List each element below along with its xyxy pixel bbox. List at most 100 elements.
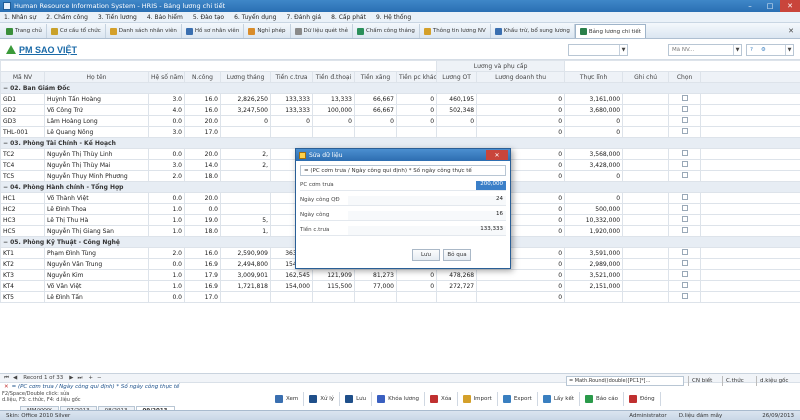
select-cell[interactable] (668, 126, 702, 138)
tab-10[interactable]: Bảng lương chi tiết (574, 24, 646, 38)
select-cell[interactable] (668, 291, 702, 303)
table-cell[interactable]: 0 (395, 115, 438, 127)
table-cell[interactable]: 0 (476, 104, 566, 116)
add-record-icon[interactable]: + (88, 375, 93, 381)
chevron-down-icon[interactable]: ▼ (785, 45, 793, 55)
select-checkbox[interactable] (681, 260, 688, 266)
table-cell[interactable]: 0.0 (148, 291, 185, 303)
table-cell[interactable] (622, 203, 670, 215)
chevron-down-icon[interactable]: ▼ (733, 45, 741, 55)
form-title[interactable]: PM SAO VIỆT (19, 45, 77, 55)
select-cell[interactable] (668, 93, 702, 105)
table-cell[interactable]: 2,590,909 (220, 247, 271, 259)
select-checkbox[interactable] (681, 194, 688, 200)
filter-close-icon[interactable]: ✕ (4, 384, 9, 390)
select-cell[interactable] (668, 203, 702, 215)
table-cell[interactable] (270, 291, 313, 303)
table-cell[interactable]: 16.0 (184, 104, 221, 116)
select-cell[interactable] (668, 192, 702, 204)
select-cell[interactable] (668, 214, 702, 226)
table-cell[interactable]: 1.0 (148, 203, 185, 215)
table-cell[interactable]: 1,721,818 (220, 280, 271, 292)
table-cell[interactable]: Lê Thị Thu Hà (44, 214, 149, 226)
table-cell[interactable]: 0 (476, 115, 566, 127)
menu-item-tuyen-dung[interactable]: 6. Tuyển dụng (234, 14, 276, 21)
select-checkbox[interactable] (681, 128, 688, 134)
table-cell[interactable]: 100,000 (312, 104, 355, 116)
pc-com-trua-input[interactable]: 200,000 (476, 180, 506, 190)
table-cell[interactable]: 77,000 (354, 280, 397, 292)
table-cell[interactable] (436, 291, 478, 303)
toolbar-button-10[interactable]: Đóng (624, 392, 661, 406)
table-cell[interactable]: Nguyễn Thị Thùy Linh (44, 148, 149, 160)
table-cell[interactable]: Nguyễn Thị Thùy Mai (44, 159, 149, 171)
tab-2[interactable]: Cơ cấu tổ chức (47, 24, 106, 38)
table-cell[interactable]: HC2 (0, 203, 45, 215)
table-cell[interactable]: GD3 (0, 115, 45, 127)
table-cell[interactable]: KT4 (0, 280, 45, 292)
table-cell[interactable]: 2, (220, 148, 271, 160)
table-cell[interactable] (220, 126, 271, 138)
table-cell[interactable] (622, 192, 670, 204)
table-cell[interactable]: 0.0 (184, 203, 221, 215)
table-cell[interactable]: Huỳnh Tấn Hoàng (44, 93, 149, 105)
select-cell[interactable] (668, 258, 702, 270)
table-cell[interactable]: 19.0 (184, 214, 221, 226)
table-cell[interactable]: 0 (564, 115, 624, 127)
table-cell[interactable]: 0 (476, 269, 566, 281)
table-cell[interactable]: 2.0 (148, 247, 185, 259)
menu-item-cham-cong[interactable]: 2. Chấm công (46, 14, 88, 21)
table-cell[interactable]: 2,494,800 (220, 258, 271, 270)
table-cell[interactable] (354, 291, 397, 303)
select-cell[interactable] (668, 148, 702, 160)
table-cell[interactable]: KT5 (0, 291, 45, 303)
tab-close-icon[interactable]: ✕ (788, 27, 794, 35)
toolbar-button-2[interactable]: Xử lý (304, 392, 341, 406)
table-cell[interactable]: 20.0 (184, 148, 221, 160)
table-cell[interactable] (436, 126, 478, 138)
table-cell[interactable]: 16.0 (184, 93, 221, 105)
database-label[interactable]: D.liệu đám mây (679, 413, 723, 419)
table-cell[interactable]: KT2 (0, 258, 45, 270)
table-cell[interactable]: 3,161,000 (564, 93, 624, 105)
table-cell[interactable]: 3.0 (148, 93, 185, 105)
table-cell[interactable]: 460,195 (436, 93, 478, 105)
table-cell[interactable]: 1.0 (148, 280, 185, 292)
dialog-close-icon[interactable]: ✕ (486, 150, 508, 160)
table-cell[interactable]: 1, (220, 225, 271, 237)
table-cell[interactable]: 13,333 (312, 93, 355, 105)
table-cell[interactable]: 0 (220, 115, 271, 127)
employee-search-combo[interactable]: Mã NV... ▼ (668, 44, 742, 56)
table-cell[interactable] (622, 214, 670, 226)
table-cell[interactable]: Võ Thành Việt (44, 192, 149, 204)
table-cell[interactable]: 81,273 (354, 269, 397, 281)
select-checkbox[interactable] (681, 216, 688, 222)
table-row[interactable]: GD3 Lâm Hoàng Long 0.0 20.0 0 0 0 0 0 0 0 0 (0, 115, 800, 127)
table-cell[interactable]: THL-001 (0, 126, 45, 138)
table-cell[interactable]: GD2 (0, 104, 45, 116)
table-cell[interactable]: 0.0 (148, 192, 185, 204)
table-cell[interactable]: 2,151,000 (564, 280, 624, 292)
maximize-icon[interactable]: □ (760, 0, 780, 12)
cn-biet-button[interactable]: CN biết (688, 376, 712, 386)
table-cell[interactable]: 17.0 (184, 291, 221, 303)
toolbar-button-9[interactable]: Báo cáo (580, 392, 625, 406)
select-cell[interactable] (668, 115, 702, 127)
table-cell[interactable]: Lê Đình Thoa (44, 203, 149, 215)
group-row[interactable]: − 02. Ban Giám Đốc (0, 82, 800, 94)
toolbar-button-6[interactable]: Import (458, 392, 498, 406)
table-cell[interactable]: 0 (395, 269, 438, 281)
table-cell[interactable]: 4.0 (148, 104, 185, 116)
menu-item-cap-phat[interactable]: 8. Cấp phát (331, 14, 366, 21)
table-row[interactable]: THL-001 Lê Quang Nông 3.0 17.0 0 0 (0, 126, 800, 138)
table-cell[interactable]: 1,920,000 (564, 225, 624, 237)
du-lieu-goc-button[interactable]: d.kiệu gốc (756, 376, 788, 386)
toolbar-button-3[interactable]: Lưu (340, 392, 373, 406)
menu-item-dao-tao[interactable]: 5. Đào tạo (193, 14, 224, 21)
table-cell[interactable]: Nguyễn Thị Giang San (44, 225, 149, 237)
gear-icon[interactable]: ⚙ (761, 47, 766, 53)
select-checkbox[interactable] (681, 249, 688, 255)
tab-7[interactable]: Chấm công tháng (353, 24, 420, 38)
tab-3[interactable]: Danh sách nhân viên (106, 24, 182, 38)
table-cell[interactable] (270, 126, 313, 138)
